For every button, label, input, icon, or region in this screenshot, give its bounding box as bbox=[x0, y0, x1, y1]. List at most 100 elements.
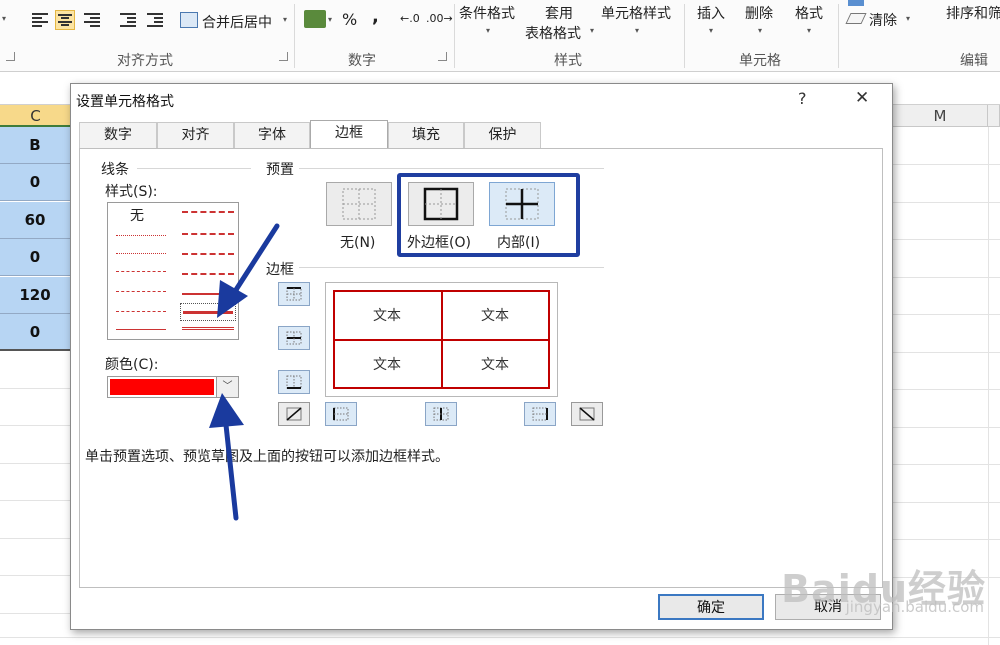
grid-line bbox=[893, 202, 1000, 203]
border-preview[interactable]: 文本 文本 文本 文本 bbox=[325, 282, 558, 397]
chevron-down-icon[interactable]: ▾ bbox=[758, 26, 762, 35]
chevron-down-icon[interactable]: ﹀ bbox=[216, 377, 238, 397]
fill-icon[interactable] bbox=[848, 0, 864, 6]
cell[interactable]: B bbox=[0, 127, 72, 164]
grid-line bbox=[0, 538, 72, 539]
grid-line bbox=[893, 164, 1000, 165]
chevron-down-icon[interactable]: ▾ bbox=[807, 26, 811, 35]
chevron-down-icon[interactable]: ▾ bbox=[635, 26, 639, 35]
chevron-down-icon[interactable]: ▾ bbox=[590, 26, 594, 35]
accounting-format-icon[interactable] bbox=[304, 10, 326, 28]
border-right-button[interactable] bbox=[524, 402, 556, 426]
border-diagonal-down-button[interactable] bbox=[571, 402, 603, 426]
border-top-button[interactable] bbox=[278, 282, 310, 306]
increase-indent-icon[interactable] bbox=[145, 10, 165, 30]
group-label-number: 数字 bbox=[348, 53, 376, 69]
line-style-option[interactable] bbox=[116, 329, 166, 330]
ribbon: ▾ 合并后居中 ▾ ▾ % , ←.0 .00→ 条件格式 ▾ 套用 表格格式 … bbox=[0, 0, 1000, 72]
cell[interactable]: 60 bbox=[0, 202, 72, 239]
align-right-icon[interactable] bbox=[82, 10, 102, 30]
line-style-list[interactable]: 无 bbox=[107, 202, 239, 340]
border-center-icon bbox=[433, 407, 449, 421]
line-style-option[interactable] bbox=[182, 233, 234, 235]
line-style-option[interactable] bbox=[182, 273, 234, 275]
table-format-button[interactable]: 套用 bbox=[545, 3, 573, 23]
align-center-icon[interactable] bbox=[55, 10, 75, 30]
conditional-format-button[interactable]: 条件格式 bbox=[459, 3, 515, 23]
diagonal-down-icon bbox=[579, 407, 595, 421]
line-style-option[interactable] bbox=[182, 253, 234, 255]
tab-border[interactable]: 边框 bbox=[310, 120, 388, 148]
border-middle-button[interactable] bbox=[278, 326, 310, 350]
delete-button[interactable]: 删除 bbox=[745, 3, 773, 23]
cell[interactable]: 0 bbox=[0, 314, 72, 351]
color-picker[interactable]: ﹀ bbox=[107, 376, 239, 398]
help-button[interactable]: ? bbox=[798, 89, 807, 108]
align-left-icon[interactable] bbox=[30, 10, 50, 30]
tab-fill[interactable]: 填充 bbox=[388, 122, 464, 148]
dialog-launcher-icon[interactable] bbox=[279, 52, 288, 61]
tab-alignment[interactable]: 对齐 bbox=[157, 122, 234, 148]
tab-number[interactable]: 数字 bbox=[79, 122, 157, 148]
line-style-option[interactable] bbox=[116, 253, 166, 254]
line-style-option[interactable] bbox=[116, 291, 166, 292]
close-button[interactable]: ✕ bbox=[855, 88, 869, 108]
cell[interactable]: 0 bbox=[0, 239, 72, 276]
line-style-option[interactable] bbox=[182, 293, 234, 295]
decrease-indent-icon[interactable] bbox=[118, 10, 138, 30]
cell[interactable]: 120 bbox=[0, 277, 72, 314]
merge-icon bbox=[180, 12, 198, 28]
border-diagonal-up-button[interactable] bbox=[278, 402, 310, 426]
chevron-down-icon[interactable]: ▾ bbox=[2, 14, 6, 23]
group-divider bbox=[454, 4, 455, 68]
format-button[interactable]: 格式 bbox=[795, 3, 823, 23]
line-style-option[interactable] bbox=[116, 271, 166, 272]
border-middle-icon bbox=[286, 331, 302, 345]
cell[interactable]: 0 bbox=[0, 164, 72, 201]
grid-line bbox=[893, 314, 1000, 315]
dialog-launcher-icon[interactable] bbox=[6, 52, 15, 61]
insert-button[interactable]: 插入 bbox=[697, 3, 725, 23]
group-label-cells: 单元格 bbox=[739, 53, 781, 69]
border-center-button[interactable] bbox=[425, 402, 457, 426]
column-header-m[interactable]: M bbox=[893, 105, 988, 127]
grid-line bbox=[0, 425, 72, 426]
preset-none-label: 无(N) bbox=[340, 235, 376, 251]
grid-line bbox=[0, 388, 72, 389]
ok-button[interactable]: 确定 bbox=[658, 594, 764, 620]
line-style-selected[interactable] bbox=[180, 303, 236, 321]
line-style-option[interactable] bbox=[182, 211, 234, 213]
clear-button[interactable]: 清除 bbox=[869, 10, 897, 30]
preview-text: 文本 bbox=[481, 357, 509, 373]
line-style-option[interactable] bbox=[116, 235, 166, 236]
chevron-down-icon[interactable]: ▾ bbox=[328, 15, 332, 24]
percent-button[interactable]: % bbox=[342, 10, 357, 29]
preset-none-button[interactable] bbox=[326, 182, 392, 226]
increase-decimal-icon[interactable]: ←.0 bbox=[400, 12, 420, 25]
tab-font[interactable]: 字体 bbox=[234, 122, 310, 148]
grid-line bbox=[988, 127, 989, 645]
chevron-down-icon[interactable]: ▾ bbox=[486, 26, 490, 35]
cell-style-button[interactable]: 单元格样式 bbox=[601, 3, 671, 23]
line-style-none[interactable]: 无 bbox=[130, 205, 144, 225]
merge-center-button[interactable]: 合并后居中 bbox=[202, 12, 272, 32]
sort-filter-button[interactable]: 排序和筛 bbox=[946, 3, 1000, 23]
chevron-down-icon[interactable]: ▾ bbox=[709, 26, 713, 35]
column-header-c[interactable]: C bbox=[0, 105, 72, 127]
border-bottom-button[interactable] bbox=[278, 370, 310, 394]
dialog-launcher-icon[interactable] bbox=[438, 52, 447, 61]
line-style-option[interactable] bbox=[116, 311, 166, 312]
tab-protection[interactable]: 保护 bbox=[464, 122, 541, 148]
chevron-down-icon[interactable]: ▾ bbox=[283, 15, 287, 24]
decrease-decimal-icon[interactable]: .00→ bbox=[426, 12, 453, 25]
comma-button[interactable]: , bbox=[372, 6, 379, 27]
group-label-styles: 样式 bbox=[554, 53, 582, 69]
column-header-n[interactable] bbox=[988, 105, 1000, 127]
border-left-button[interactable] bbox=[325, 402, 357, 426]
table-format-label[interactable]: 表格格式 bbox=[525, 23, 581, 43]
chevron-down-icon[interactable]: ▾ bbox=[906, 14, 910, 23]
eraser-icon bbox=[845, 13, 867, 24]
diagonal-up-icon bbox=[286, 407, 302, 421]
group-divider bbox=[294, 4, 295, 68]
line-style-option[interactable] bbox=[182, 327, 234, 330]
